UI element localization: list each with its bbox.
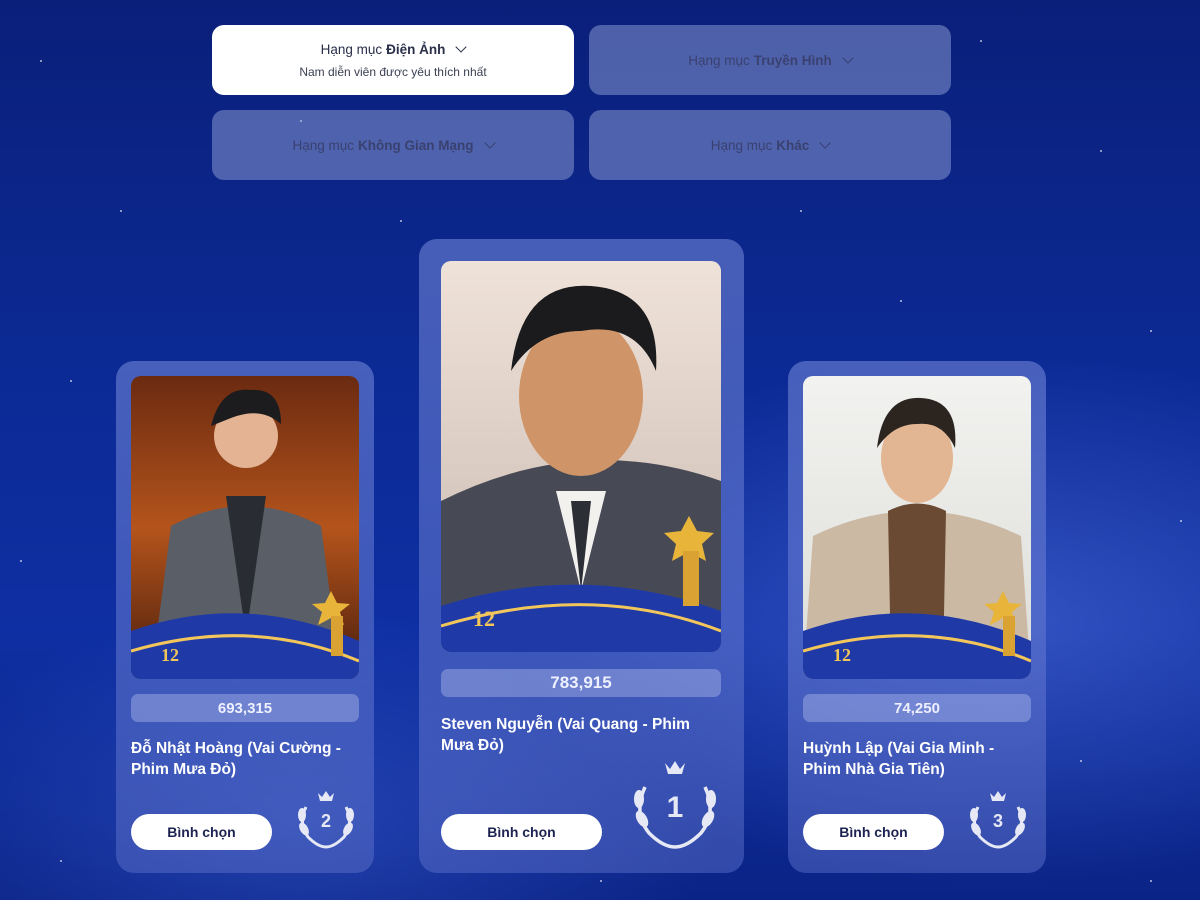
category-name: Điện Ảnh — [386, 41, 446, 57]
nominee-card-rank-2: 12 693,315 Đỗ Nhật Hoàng (Vai Cường - Ph… — [116, 361, 374, 873]
category-prefix: Hạng mục — [292, 137, 355, 153]
category-truyen-hinh[interactable]: Hạng mục Truyền Hình — [589, 25, 951, 95]
category-title: Hạng mục Không Gian Mạng — [292, 137, 496, 153]
chevron-down-icon — [483, 137, 496, 149]
badge-12: 12 — [473, 606, 495, 631]
category-prefix: Hạng mục — [710, 137, 773, 153]
category-name: Không Gian Mạng — [358, 137, 474, 153]
rank-number: 1 — [667, 791, 684, 824]
category-title: Hạng mục Truyền Hình — [688, 52, 854, 68]
chevron-down-icon — [819, 137, 831, 149]
category-khac[interactable]: Hạng mục Khác — [589, 110, 951, 180]
vote-button[interactable]: Bình chọn — [131, 814, 272, 850]
chevron-down-icon — [455, 41, 468, 53]
category-khong-gian-mang[interactable]: Hạng mục Không Gian Mạng — [212, 110, 574, 180]
nominee-photo: 12 — [131, 376, 359, 679]
rank-number: 3 — [993, 811, 1003, 831]
category-title: Hạng mục Khác — [710, 137, 831, 153]
category-dien-anh[interactable]: Hạng mục Điện Ảnh Nam diễn viên được yêu… — [212, 25, 574, 95]
vote-count: 783,915 — [441, 669, 721, 697]
nominee-name: Đỗ Nhật Hoàng (Vai Cường - Phim Mưa Đỏ) — [131, 740, 341, 778]
nominee-card-rank-3: 12 74,250 Huỳnh Lập (Vai Gia Minh - Phim… — [788, 361, 1046, 873]
nominee-card-rank-1: 12 783,915 Steven Nguyễn (Vai Quang - Ph… — [419, 239, 744, 873]
category-name: Khác — [776, 137, 810, 153]
category-subtitle: Nam diễn viên được yêu thích nhất — [299, 64, 487, 79]
nominee-photo: 12 — [441, 261, 721, 652]
rank-laurel-icon: 2 — [292, 785, 360, 851]
category-name: Truyền Hình — [753, 52, 832, 68]
rank-laurel-icon: 1 — [627, 757, 723, 853]
badge-12: 12 — [161, 645, 179, 665]
category-title: Hạng mục Điện Ảnh — [320, 41, 468, 57]
vote-button[interactable]: Bình chọn — [441, 814, 602, 850]
category-prefix: Hạng mục — [320, 41, 383, 57]
vote-count: 74,250 — [803, 694, 1031, 722]
vote-count: 693,315 — [131, 694, 359, 722]
chevron-down-icon — [842, 52, 854, 64]
rank-laurel-icon: 3 — [964, 785, 1032, 851]
category-prefix: Hạng mục — [688, 52, 750, 68]
nominee-photo: 12 — [803, 376, 1031, 679]
nominee-name: Huỳnh Lập (Vai Gia Minh - Phim Nhà Gia T… — [803, 740, 995, 778]
nominee-name: Steven Nguyễn (Vai Quang - Phim Mưa Đỏ) — [441, 716, 690, 754]
rank-number: 2 — [321, 811, 331, 831]
vote-button[interactable]: Bình chọn — [803, 814, 944, 850]
badge-12: 12 — [833, 645, 851, 665]
